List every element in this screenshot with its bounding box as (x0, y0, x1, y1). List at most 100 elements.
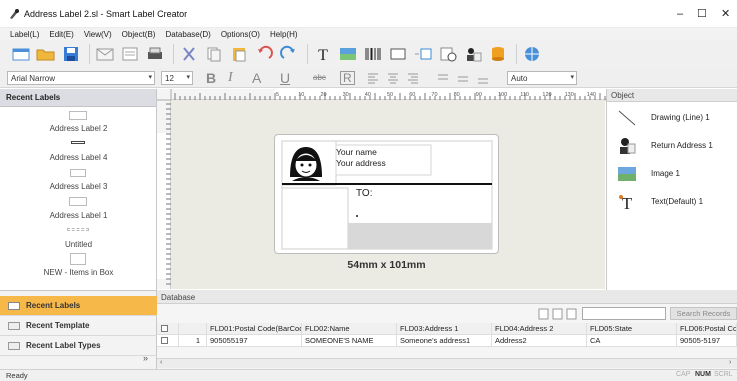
align-right-icon[interactable] (408, 73, 418, 84)
text-icon: T (619, 194, 633, 211)
label-thumbnail[interactable] (71, 141, 85, 144)
bold-button[interactable]: B (206, 69, 216, 87)
column-header[interactable]: FLD02:Name (302, 323, 397, 335)
menu-label[interactable]: Label(L) (10, 30, 39, 39)
ruler-label: 50 (387, 92, 393, 98)
delete-record-icon[interactable] (566, 308, 577, 320)
italic-button[interactable]: I (228, 69, 233, 87)
search-records-button[interactable]: Search Records (670, 307, 737, 320)
undo-icon[interactable] (253, 44, 275, 64)
recent-label-item[interactable]: Address Label 2 (0, 124, 157, 133)
text-tool-icon[interactable]: T (312, 44, 334, 64)
table-cell[interactable]: 905055197 (207, 335, 302, 347)
new-label-icon[interactable] (10, 44, 32, 64)
tab-recent-label-types[interactable]: Recent Label Types (0, 336, 157, 356)
minimize-button[interactable]: – (677, 7, 683, 21)
table-cell[interactable]: SOMEONE'S NAME (302, 335, 397, 347)
font-family-select[interactable]: Arial Narrow ▾ (7, 71, 155, 85)
chevron-down-icon: ▾ (570, 74, 574, 81)
redo-icon[interactable] (278, 44, 300, 64)
edit-record-icon[interactable] (552, 308, 563, 320)
label-thumbnail[interactable] (70, 169, 86, 177)
envelope-icon[interactable] (94, 44, 116, 64)
table-cell[interactable]: Someone's address1 (397, 335, 492, 347)
menu-object[interactable]: Object(B) (122, 30, 156, 39)
line-icon (618, 110, 636, 126)
menu-help[interactable]: Help(H) (270, 30, 298, 39)
label-thumbnail[interactable] (69, 111, 87, 120)
object-item-image[interactable]: Image 1 (607, 163, 737, 185)
ruler-label: 130 (565, 92, 574, 98)
ruler-label: 80 (454, 92, 460, 98)
scroll-right-icon[interactable]: › (729, 359, 731, 366)
copy-icon[interactable] (203, 44, 225, 64)
strikethrough-button[interactable]: abc (313, 69, 326, 87)
barcode-tool-icon[interactable] (362, 44, 384, 64)
shape-dropdown-icon[interactable] (412, 44, 434, 64)
web-globe-icon[interactable] (521, 44, 543, 64)
object-item-return-address[interactable]: Return Address 1 (607, 135, 737, 157)
object-item-text[interactable]: T Text(Default) 1 (607, 191, 737, 213)
align-left-icon[interactable] (368, 73, 378, 84)
object-item-line[interactable]: Drawing (Line) 1 (607, 107, 737, 129)
tab-recent-labels[interactable]: Recent Labels (0, 296, 157, 316)
cut-icon[interactable] (178, 44, 200, 64)
table-cell[interactable]: CA (587, 335, 677, 347)
save-icon[interactable] (60, 44, 82, 64)
recent-label-item[interactable]: Untitled (0, 240, 157, 249)
line-spacing-select[interactable]: Auto ▾ (507, 71, 577, 85)
menu-edit[interactable]: Edit(E) (49, 30, 73, 39)
recent-label-item[interactable]: Address Label 1 (0, 211, 157, 220)
tab-recent-template[interactable]: Recent Template (0, 316, 157, 336)
rectangle-tool-icon[interactable] (387, 44, 409, 64)
label-sheet-icon[interactable] (119, 44, 141, 64)
close-button[interactable]: ✕ (721, 7, 730, 21)
search-records-input[interactable] (582, 307, 666, 320)
menu-database[interactable]: Database(D) (165, 30, 210, 39)
column-header[interactable]: FLD06:Postal Cod (677, 323, 737, 335)
image-tool-icon[interactable] (337, 44, 359, 64)
label-preview[interactable]: Your name Your address TO: (274, 134, 499, 254)
new-record-icon[interactable] (538, 308, 549, 320)
ruler-label: 140 (587, 92, 596, 98)
font-color-button[interactable]: A (252, 69, 261, 87)
select-all-checkbox[interactable] (161, 325, 168, 332)
table-cell[interactable]: 90505-5197 (677, 335, 737, 347)
paste-icon[interactable] (228, 44, 250, 64)
record-nav-icons (538, 308, 577, 320)
image-icon (618, 167, 636, 181)
column-header[interactable]: FLD03:Address 1 (397, 323, 492, 335)
row-checkbox[interactable] (161, 337, 168, 344)
column-header[interactable]: FLD05:State (587, 323, 677, 335)
date-time-icon[interactable] (437, 44, 459, 64)
valign-bottom-icon[interactable] (478, 78, 488, 84)
address-book-icon[interactable] (462, 44, 484, 64)
recent-label-item[interactable]: NEW - Items in Box (0, 268, 157, 277)
maximize-button[interactable]: ☐ (697, 7, 707, 21)
label-thumbnail[interactable] (67, 228, 89, 231)
horizontal-scrollbar[interactable]: ‹ › (157, 358, 737, 368)
autofit-button[interactable]: R (340, 71, 355, 85)
database-icon[interactable] (487, 44, 509, 64)
format-bar: Arial Narrow ▾ 12 ▾ B I A U abc R Auto ▾ (0, 68, 737, 88)
align-center-icon[interactable] (388, 73, 398, 84)
print-icon[interactable] (144, 44, 166, 64)
column-header[interactable]: FLD04:Address 2 (492, 323, 587, 335)
column-header[interactable]: FLD01:Postal Code(BarCod... (207, 323, 302, 335)
ruler-label: 10 (298, 92, 304, 98)
underline-button[interactable]: U (280, 69, 290, 87)
table-cell[interactable]: Address2 (492, 335, 587, 347)
valign-middle-icon[interactable] (458, 76, 468, 82)
table-row[interactable]: 1 905055197 SOMEONE'S NAME Someone's add… (157, 335, 737, 347)
recent-label-item[interactable]: Address Label 4 (0, 153, 157, 162)
scroll-left-icon[interactable]: ‹ (160, 359, 162, 366)
recent-label-item[interactable]: Address Label 3 (0, 182, 157, 191)
label-thumbnail[interactable] (69, 197, 87, 206)
expand-panel-button[interactable]: » (143, 353, 148, 363)
label-thumbnail[interactable] (70, 253, 86, 265)
open-folder-icon[interactable] (35, 44, 57, 64)
valign-top-icon[interactable] (438, 74, 448, 80)
menu-view[interactable]: View(V) (84, 30, 112, 39)
font-size-select[interactable]: 12 ▾ (161, 71, 193, 85)
menu-options[interactable]: Options(O) (221, 30, 260, 39)
